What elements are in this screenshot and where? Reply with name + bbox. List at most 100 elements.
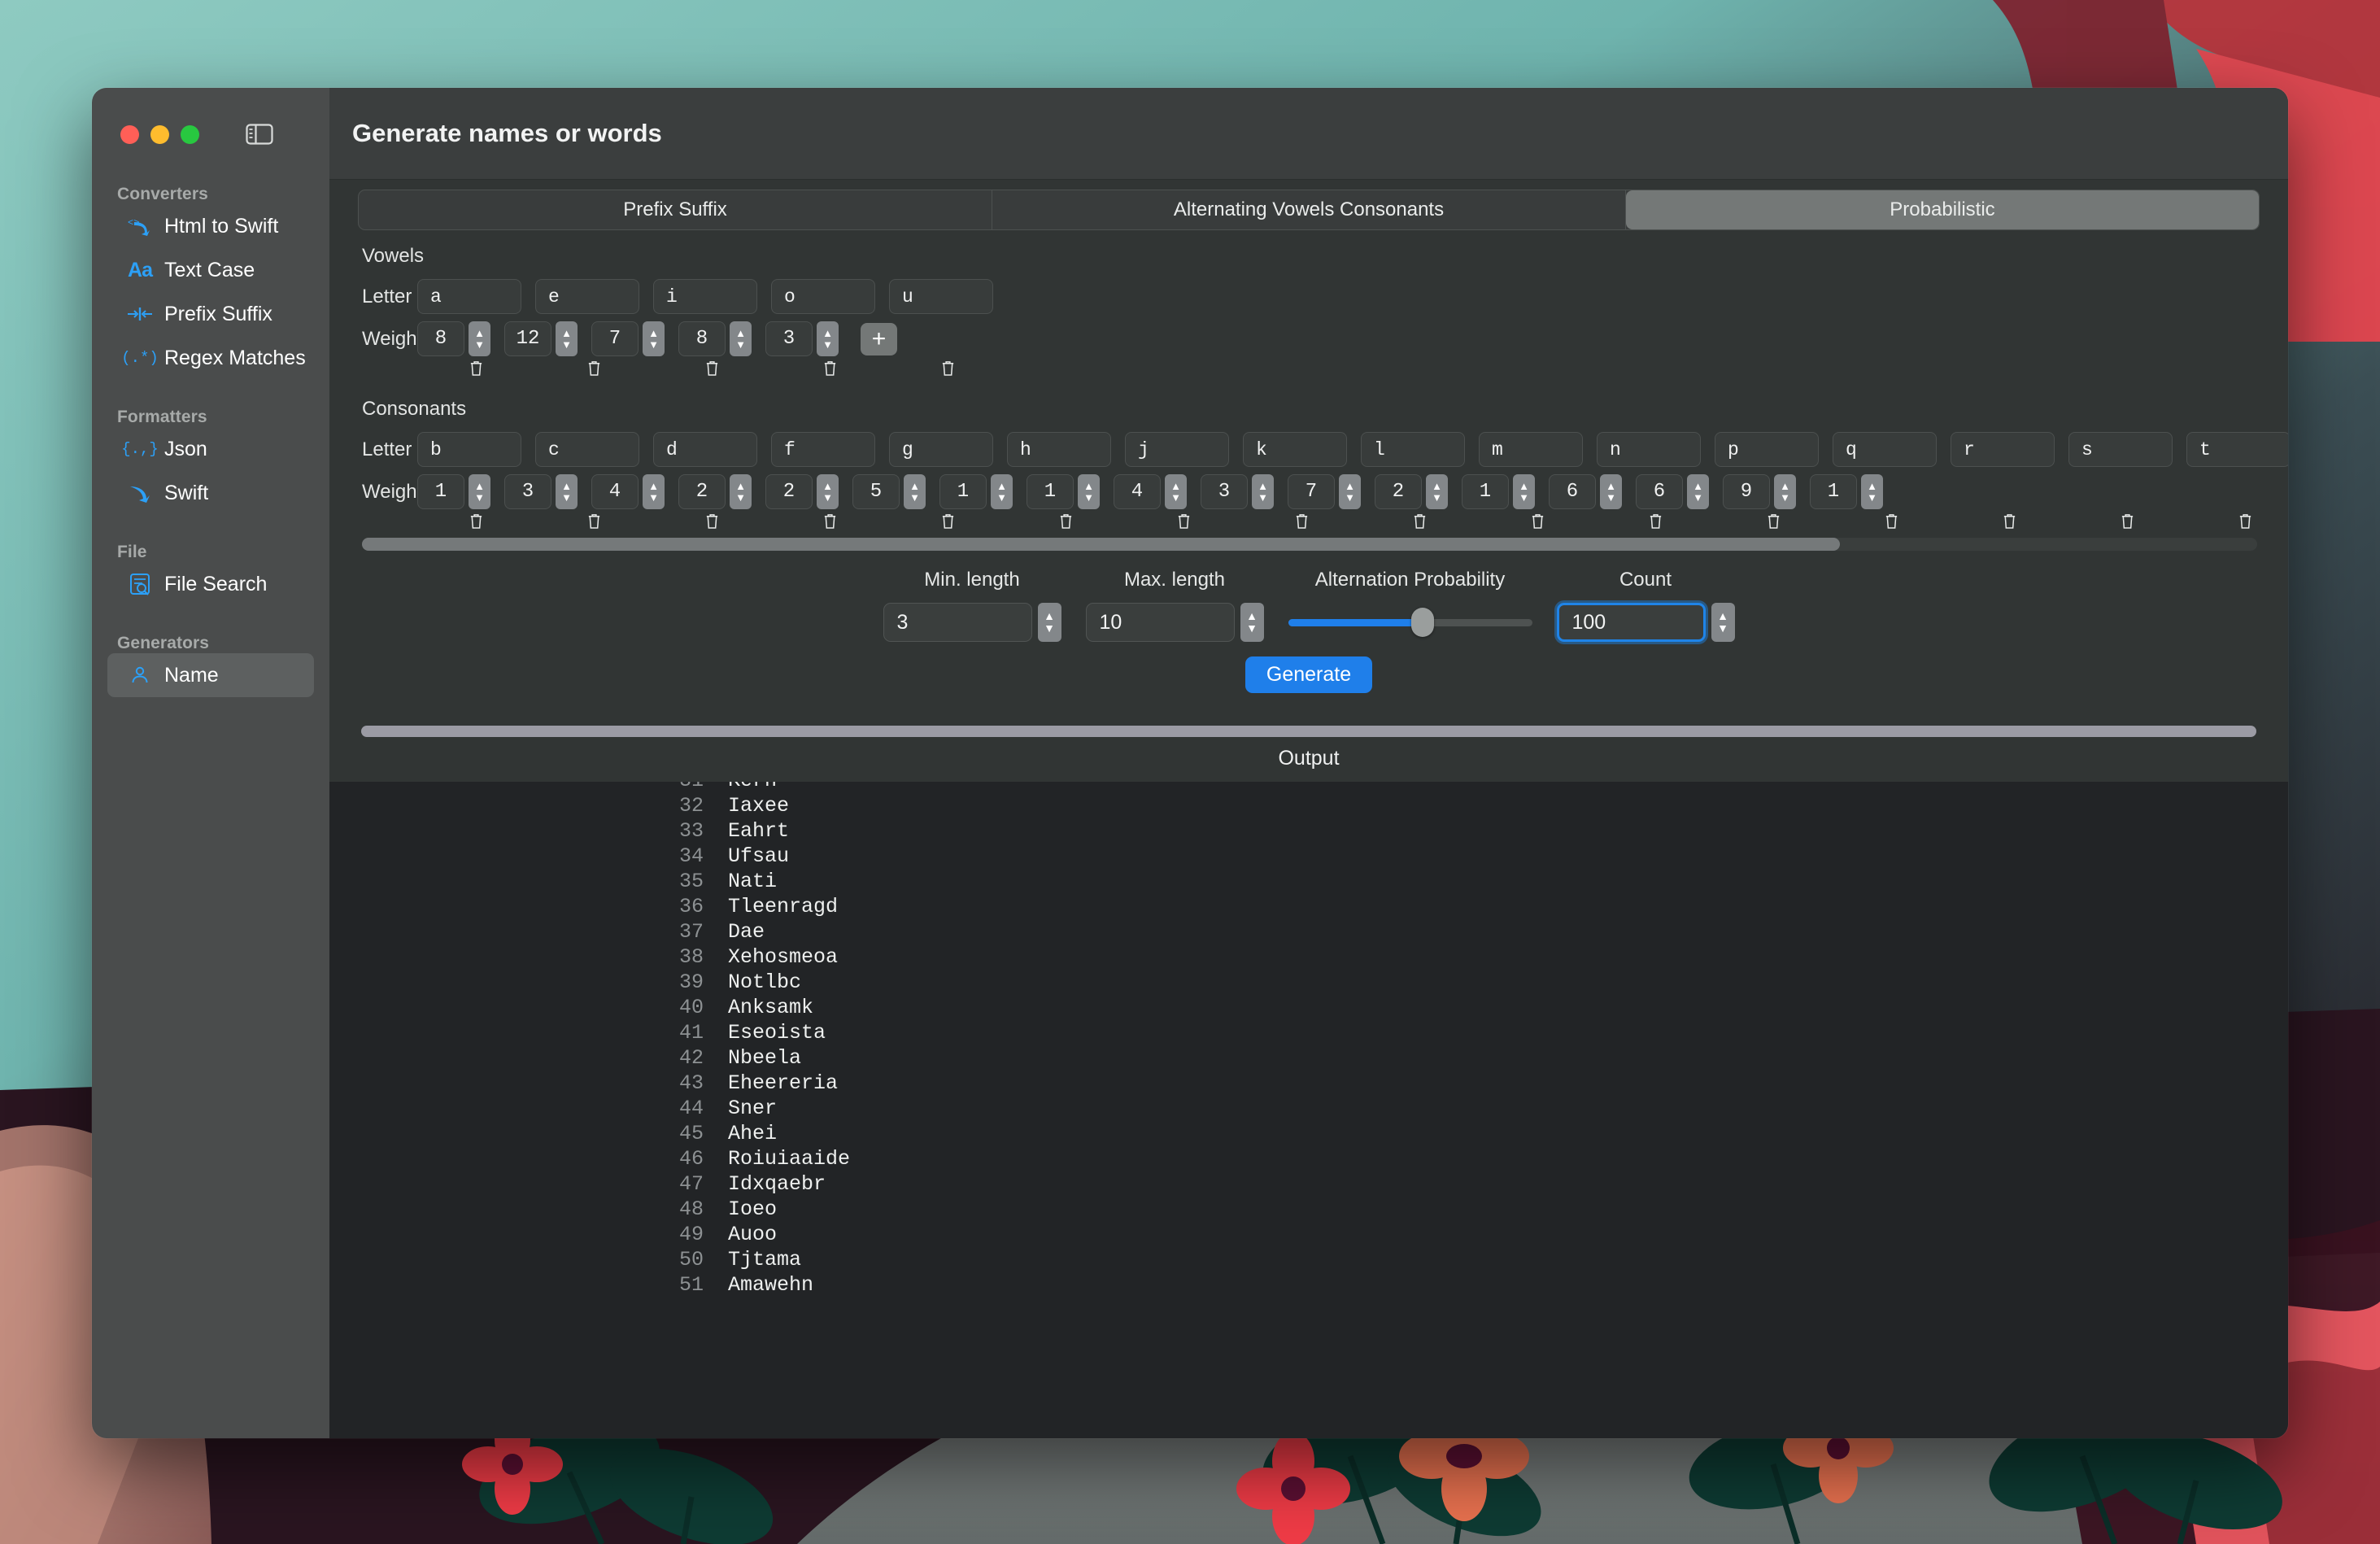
weight-stepper[interactable]: ▲ ▼ [1165, 474, 1187, 509]
weight-input[interactable]: 1 [1810, 474, 1857, 509]
delete-entry-button[interactable] [2186, 512, 2288, 530]
weight-input[interactable]: 7 [591, 321, 639, 356]
letter-input[interactable]: u [889, 279, 993, 314]
weight-input[interactable]: 1 [1462, 474, 1509, 509]
letter-input[interactable]: n [1597, 432, 1701, 467]
weight-stepper[interactable]: ▲ ▼ [904, 474, 926, 509]
delete-entry-button[interactable] [1243, 512, 1361, 530]
letter-input[interactable]: a [417, 279, 521, 314]
sidebar-item-text-case[interactable]: Aa Text Case [107, 248, 314, 292]
sidebar-item-file-search[interactable]: File Search [107, 562, 314, 606]
weight-input[interactable]: 3 [504, 474, 551, 509]
weight-input[interactable]: 1 [939, 474, 987, 509]
delete-entry-button[interactable] [1951, 512, 2068, 530]
delete-entry-button[interactable] [417, 360, 535, 377]
weight-stepper[interactable]: ▲ ▼ [1774, 474, 1796, 509]
weight-input[interactable]: 8 [678, 321, 726, 356]
weight-stepper[interactable]: ▲ ▼ [730, 474, 752, 509]
letter-input[interactable]: l [1361, 432, 1465, 467]
delete-entry-button[interactable] [653, 512, 771, 530]
count-stepper[interactable]: ▲ ▼ [1711, 603, 1735, 642]
min-length-input[interactable]: 3 [883, 603, 1032, 642]
letter-input[interactable]: t [2186, 432, 2288, 467]
minimize-button[interactable] [150, 124, 169, 144]
letter-input[interactable]: m [1479, 432, 1583, 467]
letter-input[interactable]: q [1833, 432, 1937, 467]
weight-stepper[interactable]: ▲ ▼ [1339, 474, 1361, 509]
delete-entry-button[interactable] [1125, 512, 1243, 530]
weight-stepper[interactable]: ▲ ▼ [556, 474, 578, 509]
tab-probabilistic[interactable]: Probabilistic [1626, 190, 2259, 229]
letter-input[interactable]: o [771, 279, 875, 314]
weight-input[interactable]: 6 [1549, 474, 1596, 509]
delete-entry-button[interactable] [653, 360, 771, 377]
weight-input[interactable]: 4 [591, 474, 639, 509]
letter-input[interactable]: p [1715, 432, 1819, 467]
alternation-probability-slider[interactable] [1288, 603, 1532, 642]
weight-stepper[interactable]: ▲ ▼ [1600, 474, 1622, 509]
weight-stepper[interactable]: ▲ ▼ [1252, 474, 1274, 509]
weight-input[interactable]: 2 [1375, 474, 1422, 509]
max-length-input[interactable]: 10 [1085, 603, 1235, 642]
delete-entry-button[interactable] [771, 512, 889, 530]
sidebar-item-html-to-swift[interactable]: <> Html to Swift [107, 204, 314, 248]
letter-input[interactable]: j [1125, 432, 1229, 467]
delete-entry-button[interactable] [535, 360, 653, 377]
tab-alternating-vowels-consonants[interactable]: Alternating Vowels Consonants [992, 190, 1626, 229]
weight-stepper[interactable]: ▲ ▼ [1513, 474, 1535, 509]
weight-input[interactable]: 12 [504, 321, 551, 356]
weight-stepper[interactable]: ▲ ▼ [991, 474, 1013, 509]
weight-stepper[interactable]: ▲ ▼ [730, 321, 752, 356]
sidebar-item-regex-matches[interactable]: (.*) Regex Matches [107, 336, 314, 380]
weight-stepper[interactable]: ▲ ▼ [817, 474, 839, 509]
weight-input[interactable]: 9 [1723, 474, 1770, 509]
delete-entry-button[interactable] [889, 512, 1007, 530]
weight-input[interactable]: 2 [678, 474, 726, 509]
sidebar-item-json[interactable]: {.,} Json [107, 427, 314, 471]
sidebar-toggle-icon[interactable] [246, 123, 273, 146]
weight-input[interactable]: 7 [1288, 474, 1335, 509]
delete-entry-button[interactable] [535, 512, 653, 530]
letter-input[interactable]: r [1951, 432, 2055, 467]
delete-entry-button[interactable] [1597, 512, 1715, 530]
weight-input[interactable]: 8 [417, 321, 464, 356]
weight-stepper[interactable]: ▲ ▼ [1078, 474, 1100, 509]
weight-stepper[interactable]: ▲ ▼ [817, 321, 839, 356]
sidebar-item-name[interactable]: Name [107, 653, 314, 697]
delete-entry-button[interactable] [1833, 512, 1951, 530]
letter-input[interactable]: k [1243, 432, 1347, 467]
output-area[interactable]: 3132333435363738394041424344454647484950… [329, 782, 2288, 1438]
zoom-button[interactable] [181, 124, 199, 144]
letter-input[interactable]: s [2068, 432, 2173, 467]
weight-stepper[interactable]: ▲ ▼ [643, 321, 665, 356]
output-text-view[interactable]: 3132333435363738394041424344454647484950… [651, 782, 850, 1298]
weight-input[interactable]: 1 [1027, 474, 1074, 509]
letter-input[interactable]: f [771, 432, 875, 467]
max-length-stepper[interactable]: ▲ ▼ [1240, 603, 1264, 642]
close-button[interactable] [120, 124, 139, 144]
letter-input[interactable]: i [653, 279, 757, 314]
delete-entry-button[interactable] [771, 360, 889, 377]
letter-input[interactable]: c [535, 432, 639, 467]
weight-stepper[interactable]: ▲ ▼ [1861, 474, 1883, 509]
delete-entry-button[interactable] [1007, 512, 1125, 530]
weight-stepper[interactable]: ▲ ▼ [1426, 474, 1448, 509]
add-vowel-button[interactable]: + [861, 322, 897, 355]
sidebar-item-prefix-suffix[interactable]: Prefix Suffix [107, 292, 314, 336]
weight-input[interactable]: 3 [765, 321, 813, 356]
consonants-horizontal-scrollbar[interactable] [362, 538, 2257, 551]
min-length-stepper[interactable]: ▲ ▼ [1037, 603, 1061, 642]
weight-stepper[interactable]: ▲ ▼ [556, 321, 578, 356]
weight-input[interactable]: 4 [1114, 474, 1161, 509]
letter-input[interactable]: g [889, 432, 993, 467]
weight-stepper[interactable]: ▲ ▼ [1687, 474, 1709, 509]
tab-prefix-suffix[interactable]: Prefix Suffix [359, 190, 992, 229]
letter-input[interactable]: e [535, 279, 639, 314]
delete-entry-button[interactable] [1715, 512, 1833, 530]
generate-button[interactable]: Generate [1244, 656, 1373, 693]
delete-entry-button[interactable] [1361, 512, 1479, 530]
letter-input[interactable]: d [653, 432, 757, 467]
weight-input[interactable]: 2 [765, 474, 813, 509]
delete-entry-button[interactable] [889, 360, 1007, 377]
weight-input[interactable]: 1 [417, 474, 464, 509]
